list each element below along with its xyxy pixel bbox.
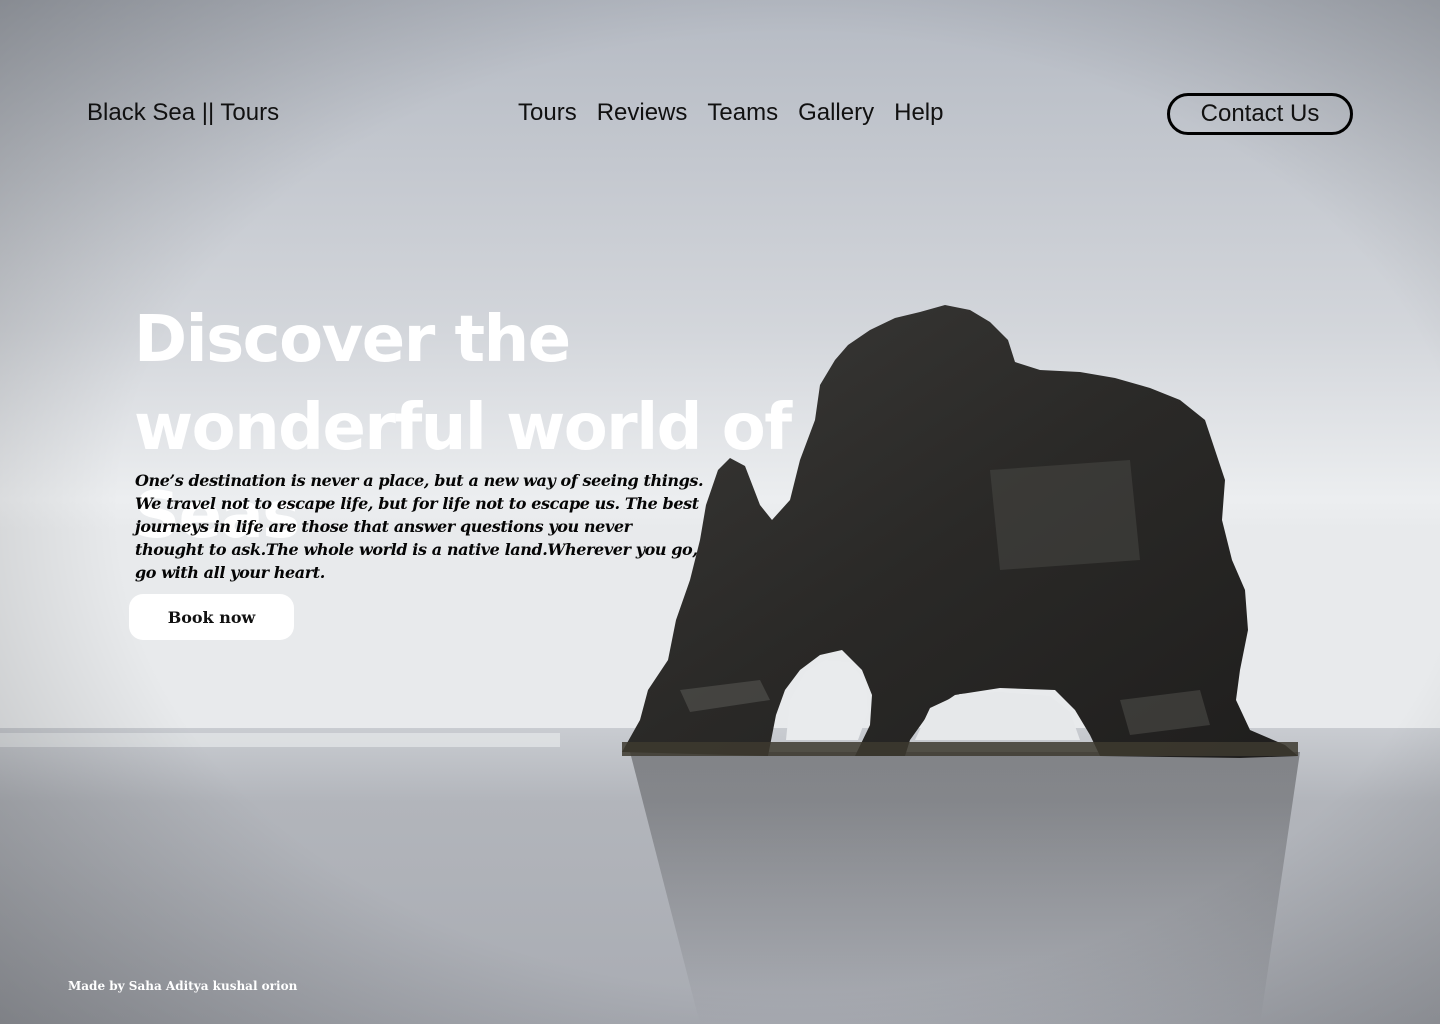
nav-link-gallery[interactable]: Gallery (798, 99, 874, 127)
nav-link-teams[interactable]: Teams (707, 99, 778, 127)
brand-logo-text[interactable]: Black Sea || Tours (87, 99, 279, 127)
nav-link-reviews[interactable]: Reviews (597, 99, 688, 127)
hero-description: One’s destination is never a place, but … (135, 471, 704, 582)
nav-link-help[interactable]: Help (894, 99, 943, 127)
contact-us-button[interactable]: Contact Us (1167, 93, 1353, 135)
credit-text: Made by Saha Aditya kushal orion (68, 979, 298, 993)
main-nav: Tours Reviews Teams Gallery Help (518, 99, 943, 127)
nav-link-tours[interactable]: Tours (518, 99, 577, 127)
book-now-button[interactable]: Book now (129, 594, 294, 640)
